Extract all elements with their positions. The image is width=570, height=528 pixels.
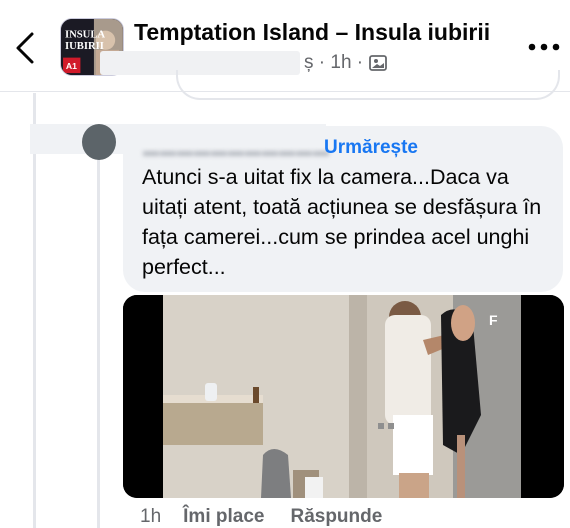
more-options-button[interactable] (526, 32, 562, 62)
group-title[interactable]: Temptation Island – Insula iubirii (134, 18, 490, 46)
back-button[interactable] (8, 26, 44, 70)
thread-line (33, 93, 36, 528)
redacted-commenter-name: ▬▬▬▬▬▬▬▬▬▬▬ (143, 143, 330, 160)
chevron-left-icon (16, 32, 34, 64)
svg-text:INSULA: INSULA (65, 29, 105, 40)
svg-text:A1: A1 (66, 61, 77, 71)
svg-text:IUBIRII: IUBIRII (65, 41, 104, 52)
photo-icon (369, 55, 388, 71)
comment-text: Atunci s-a uitat fix la camera...Daca va… (142, 165, 542, 279)
more-horizontal-icon (528, 43, 560, 51)
thread-line-inner (97, 148, 100, 528)
reply-button[interactable]: Răspunde (290, 506, 382, 528)
comment-video[interactable]: F (123, 295, 564, 498)
comment-actions: 1h Îmi place Răspunde (140, 506, 408, 528)
like-button[interactable]: Îmi place (183, 506, 264, 528)
commenter-avatar[interactable] (82, 124, 116, 160)
previous-comment-bubble-edge (176, 70, 560, 100)
comment-time: 1h (140, 506, 162, 527)
video-watermark: F (489, 312, 498, 328)
follow-link[interactable]: Urmărește (324, 137, 418, 159)
video-frame: F (123, 295, 564, 498)
